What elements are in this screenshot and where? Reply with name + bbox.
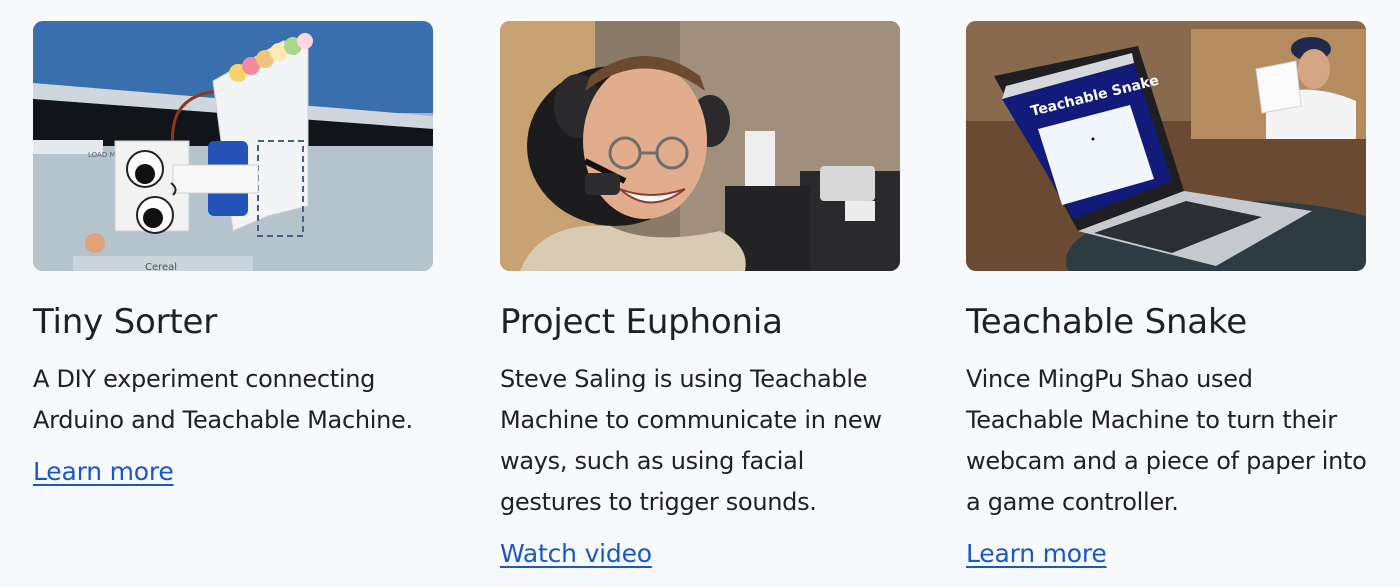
- card-description: A DIY experiment connecting Arduino and …: [33, 365, 413, 434]
- learn-more-link[interactable]: Learn more: [33, 456, 174, 488]
- card-title: Teachable Snake: [966, 302, 1247, 342]
- watch-video-link[interactable]: Watch video: [500, 538, 652, 570]
- card-description: Vince MingPu Shao used Teachable Machine…: [966, 365, 1367, 516]
- learn-more-link[interactable]: Learn more: [966, 538, 1107, 570]
- card-title: Tiny Sorter: [33, 302, 218, 342]
- project-euphonia-image: [500, 21, 900, 271]
- tiny-sorter-image: LOAD MODEL Cereal: [33, 21, 433, 271]
- card-description: Steve Saling is using Teachable Machine …: [500, 365, 882, 516]
- teachable-snake-image: Teachable Snake: [966, 21, 1366, 271]
- card-title: Project Euphonia: [500, 302, 783, 342]
- cereal-label-text: Cereal: [145, 262, 177, 271]
